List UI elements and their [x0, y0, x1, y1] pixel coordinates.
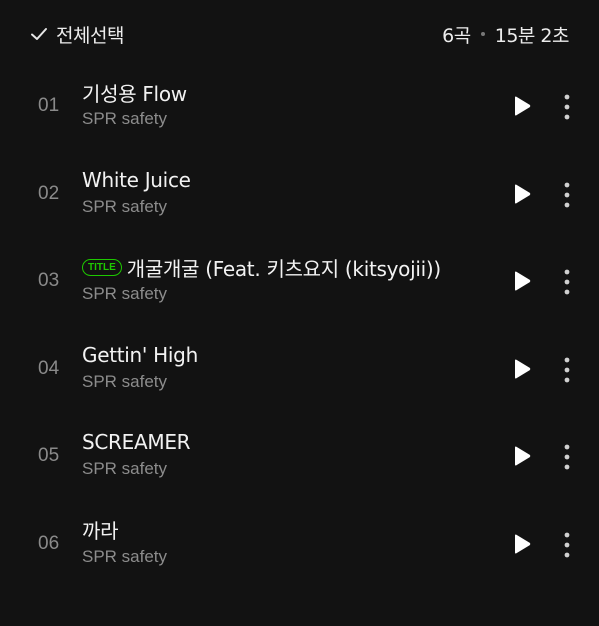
- album-summary: 6곡 15분 2초: [442, 18, 569, 50]
- play-icon[interactable]: [512, 445, 532, 467]
- track-artist[interactable]: SPR safety: [82, 284, 489, 304]
- more-vertical-icon[interactable]: [558, 356, 576, 384]
- track-row[interactable]: 03 TITLE 개굴개굴 (Feat. 키츠요지 (kitsyojii)) S…: [0, 238, 599, 326]
- track-title[interactable]: Gettin' High: [82, 343, 198, 367]
- track-number: 04: [38, 357, 60, 379]
- tracklist-header: 전체선택 6곡 15분 2초: [0, 0, 599, 68]
- more-vertical-icon[interactable]: [558, 268, 576, 296]
- track-info: SCREAMER SPR safety: [82, 427, 489, 479]
- more-vertical-icon[interactable]: [558, 531, 576, 559]
- track-info: White Juice SPR safety: [82, 165, 489, 217]
- track-info: 까라 SPR safety: [82, 515, 489, 567]
- track-title[interactable]: White Juice: [82, 168, 191, 192]
- select-all-button[interactable]: 전체선택: [30, 18, 124, 50]
- track-title[interactable]: 개굴개굴 (Feat. 키츠요지 (kitsyojii)): [127, 253, 441, 282]
- track-row[interactable]: 06 까라 SPR safety: [0, 501, 599, 589]
- track-number: 03: [38, 270, 60, 292]
- track-artist[interactable]: SPR safety: [82, 197, 489, 217]
- track-number: 05: [38, 445, 60, 467]
- track-number: 01: [38, 95, 60, 116]
- play-icon[interactable]: [512, 183, 532, 205]
- track-count: 6곡: [442, 24, 471, 47]
- play-icon[interactable]: [512, 95, 532, 117]
- check-icon: [30, 25, 48, 43]
- more-vertical-icon[interactable]: [558, 93, 576, 121]
- track-number: 06: [38, 532, 60, 554]
- track-row[interactable]: 04 Gettin' High SPR safety: [0, 326, 599, 414]
- more-vertical-icon[interactable]: [558, 181, 576, 209]
- separator-dot: [480, 32, 485, 36]
- track-info: Gettin' High SPR safety: [82, 340, 489, 392]
- track-artist[interactable]: SPR safety: [82, 109, 489, 129]
- select-all-label: 전체선택: [56, 24, 124, 47]
- track-title[interactable]: SCREAMER: [82, 430, 191, 454]
- play-icon[interactable]: [512, 358, 532, 380]
- track-list: 01 기성용 Flow SPR safety 02 White Juice SP…: [0, 63, 599, 589]
- play-icon[interactable]: [512, 270, 532, 292]
- track-info: TITLE 개굴개굴 (Feat. 키츠요지 (kitsyojii)) SPR …: [82, 252, 489, 304]
- title-track-badge: TITLE: [82, 258, 122, 276]
- total-duration: 15분 2초: [494, 24, 570, 47]
- track-title[interactable]: 기성용 Flow: [82, 78, 187, 107]
- track-row[interactable]: 05 SCREAMER SPR safety: [0, 413, 599, 501]
- track-number: 02: [38, 182, 60, 204]
- more-vertical-icon[interactable]: [558, 443, 576, 471]
- track-row[interactable]: 02 White Juice SPR safety: [0, 151, 599, 239]
- play-icon[interactable]: [512, 533, 532, 555]
- track-info: 기성용 Flow SPR safety: [82, 77, 489, 129]
- track-artist[interactable]: SPR safety: [82, 459, 489, 479]
- track-row[interactable]: 01 기성용 Flow SPR safety: [0, 63, 599, 151]
- track-title[interactable]: 까라: [82, 515, 119, 544]
- track-artist[interactable]: SPR safety: [82, 372, 489, 392]
- track-artist[interactable]: SPR safety: [82, 547, 489, 567]
